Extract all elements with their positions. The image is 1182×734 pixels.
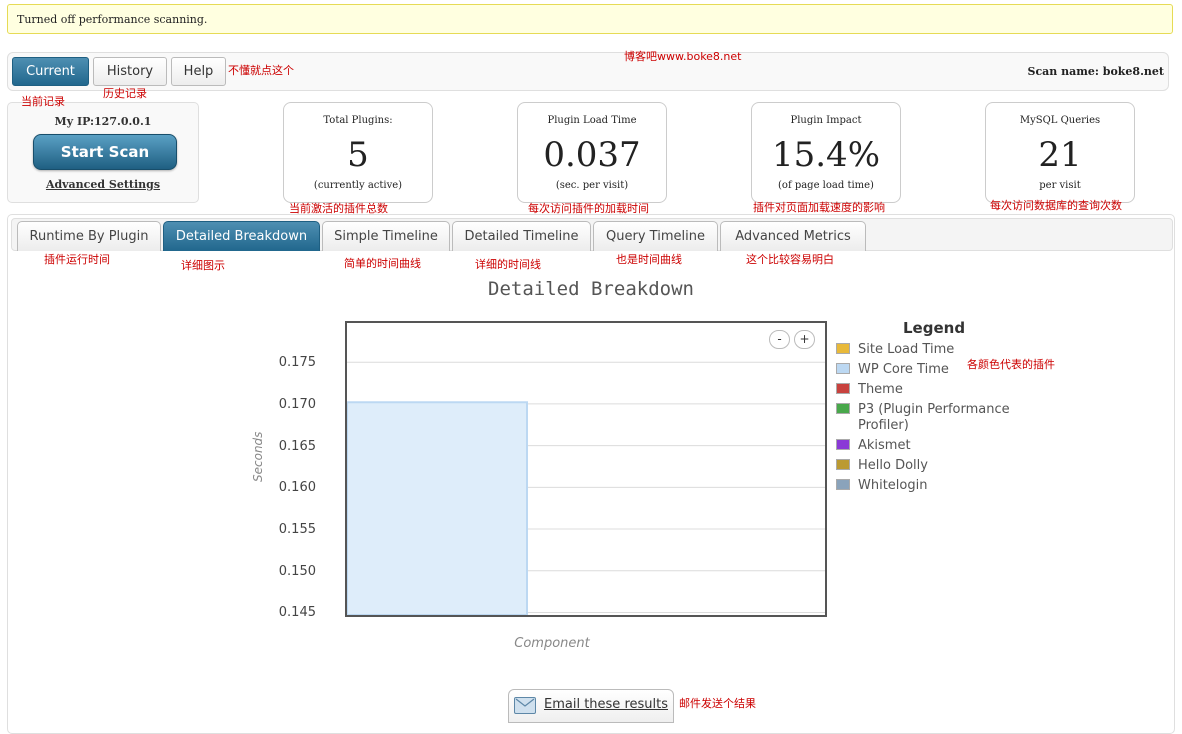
tab-advanced-metrics[interactable]: Advanced Metrics xyxy=(720,221,866,251)
stat-value: 0.037 xyxy=(543,135,641,175)
legend-swatch xyxy=(836,383,850,394)
legend-swatch xyxy=(836,439,850,450)
stat-value: 5 xyxy=(347,135,369,175)
annotation-breakdown: 详细图示 xyxy=(181,259,225,272)
annotation-history: 历史记录 xyxy=(103,87,147,100)
stat-label: Plugin Load Time xyxy=(547,115,637,126)
stat-sub: (sec. per visit) xyxy=(555,180,629,191)
annotation-queries: 每次访问数据库的查询次数 xyxy=(990,199,1122,212)
annotation-impact: 插件对页面加载速度的影响 xyxy=(753,201,885,214)
advanced-settings-link[interactable]: Advanced Settings xyxy=(7,178,199,191)
annotation-email: 邮件发送个结果 xyxy=(679,697,756,710)
notice-text: Turned off performance scanning. xyxy=(17,13,208,26)
annotation-site: 博客吧www.boke8.net xyxy=(624,50,742,63)
y-tick-label: 0.175 xyxy=(278,355,316,371)
legend-item: Whitelogin xyxy=(836,478,1016,494)
stat-sub: (of page load time) xyxy=(778,180,874,191)
stat-sub: (currently active) xyxy=(313,180,403,191)
stat-mysql-queries: MySQL Queries 21 per visit xyxy=(985,102,1135,203)
stat-value: 15.4% xyxy=(771,135,880,175)
legend-item: Akismet xyxy=(836,438,1016,454)
x-axis-label: Component xyxy=(514,636,590,651)
notice-bar: Turned off performance scanning. xyxy=(7,4,1173,34)
help-button[interactable]: Help xyxy=(171,57,226,86)
tab-runtime-by-plugin[interactable]: Runtime By Plugin xyxy=(17,221,161,251)
zoom-in-button[interactable]: + xyxy=(794,330,815,349)
legend-label: Hello Dolly xyxy=(858,458,928,473)
legend-label: Whitelogin xyxy=(858,478,928,493)
annotation-help: 不懂就点这个 xyxy=(228,64,294,77)
tab-query-timeline[interactable]: Query Timeline xyxy=(593,221,718,251)
stat-total-plugins: Total Plugins: 5 (currently active) xyxy=(283,102,433,203)
email-results-button[interactable]: Email these results xyxy=(508,689,674,723)
legend-label: P3 (Plugin Performance Profiler) xyxy=(858,402,1010,433)
legend-title: Legend xyxy=(903,319,966,337)
scan-name: Scan name: boke8.net xyxy=(1027,65,1164,78)
tab-simple-timeline[interactable]: Simple Timeline xyxy=(322,221,450,251)
legend-item: Hello Dolly xyxy=(836,458,1016,474)
y-tick-label: 0.145 xyxy=(278,605,316,621)
chart-svg xyxy=(347,361,825,615)
legend-swatch xyxy=(836,459,850,470)
stat-plugin-load-time: Plugin Load Time 0.037 (sec. per visit) xyxy=(517,102,667,203)
start-scan-button[interactable]: Start Scan xyxy=(33,134,177,170)
envelope-icon xyxy=(514,697,536,714)
my-ip: My IP:127.0.0.1 xyxy=(54,115,152,128)
annotation-load-time: 每次访问插件的加载时间 xyxy=(528,202,649,215)
stat-label: Total Plugins: xyxy=(323,115,393,126)
annotation-advanced: 这个比较容易明白 xyxy=(746,253,834,266)
annotation-legend: 各颜色代表的插件 xyxy=(967,358,1055,371)
legend-item: P3 (Plugin Performance Profiler) xyxy=(836,402,1016,434)
legend-label: Akismet xyxy=(858,438,911,453)
bar-wp-core-time[interactable] xyxy=(347,401,528,615)
y-tick-label: 0.170 xyxy=(278,396,316,412)
tab-detailed-timeline[interactable]: Detailed Timeline xyxy=(452,221,591,251)
y-tick-label: 0.160 xyxy=(278,480,316,496)
chart-title: Detailed Breakdown xyxy=(488,278,694,300)
legend-label: Theme xyxy=(858,382,903,397)
annotation-current: 当前记录 xyxy=(21,95,65,108)
zoom-out-button[interactable]: - xyxy=(769,330,790,349)
stat-plugin-impact: Plugin Impact 15.4% (of page load time) xyxy=(751,102,901,203)
stat-label: MySQL Queries xyxy=(1019,115,1101,126)
y-axis-label: Seconds xyxy=(251,431,265,482)
annotation-runtime: 插件运行时间 xyxy=(44,253,110,266)
annotation-total-plugins: 当前激活的插件总数 xyxy=(289,202,388,215)
stat-sub: per visit xyxy=(1039,180,1081,191)
stat-value: 21 xyxy=(1038,135,1082,175)
annotation-simple-timeline: 简单的时间曲线 xyxy=(344,257,421,270)
legend-swatch xyxy=(836,343,850,354)
stat-label: Plugin Impact xyxy=(790,115,862,126)
legend-swatch xyxy=(836,479,850,490)
y-tick-label: 0.165 xyxy=(278,438,316,454)
history-button[interactable]: History xyxy=(93,57,167,86)
legend-swatch xyxy=(836,363,850,374)
current-button[interactable]: Current xyxy=(12,57,89,86)
y-tick-label: 0.150 xyxy=(278,563,316,579)
legend-item: Theme xyxy=(836,382,1016,398)
tab-detailed-breakdown[interactable]: Detailed Breakdown xyxy=(163,221,320,251)
chart-plot-area[interactable] xyxy=(345,321,827,617)
annotation-detailed-timeline: 详细的时间线 xyxy=(475,258,541,271)
legend-swatch xyxy=(836,403,850,414)
annotation-query-timeline: 也是时间曲线 xyxy=(616,253,682,266)
email-results-label: Email these results xyxy=(544,697,668,712)
y-tick-label: 0.155 xyxy=(278,522,316,538)
